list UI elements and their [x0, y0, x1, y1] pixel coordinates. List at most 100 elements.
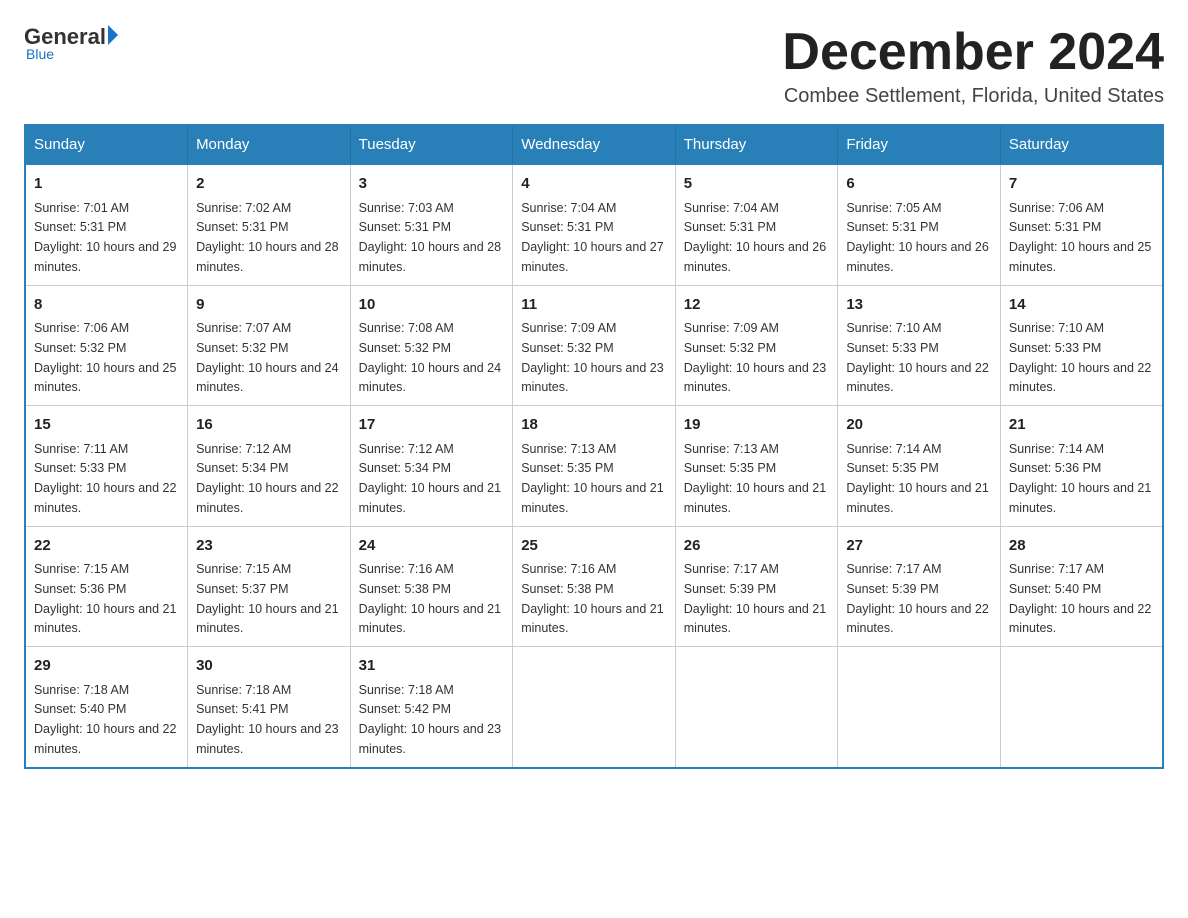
col-wednesday: Wednesday — [513, 125, 676, 164]
logo-triangle-icon — [108, 25, 118, 45]
table-row: 14 Sunrise: 7:10 AMSunset: 5:33 PMDayligh… — [1000, 285, 1163, 406]
day-info: Sunrise: 7:03 AMSunset: 5:31 PMDaylight:… — [359, 201, 501, 274]
day-info: Sunrise: 7:09 AMSunset: 5:32 PMDaylight:… — [684, 321, 826, 394]
day-info: Sunrise: 7:16 AMSunset: 5:38 PMDaylight:… — [359, 562, 501, 635]
day-info: Sunrise: 7:08 AMSunset: 5:32 PMDaylight:… — [359, 321, 501, 394]
table-row: 13 Sunrise: 7:10 AMSunset: 5:33 PMDayligh… — [838, 285, 1001, 406]
day-number: 13 — [846, 294, 992, 317]
day-number: 16 — [196, 414, 342, 437]
day-info: Sunrise: 7:16 AMSunset: 5:38 PMDaylight:… — [521, 562, 663, 635]
day-number: 21 — [1009, 414, 1154, 437]
day-number: 22 — [34, 535, 179, 558]
day-info: Sunrise: 7:14 AMSunset: 5:36 PMDaylight:… — [1009, 442, 1151, 515]
table-row: 31Sunrise: 7:18 AMSunset: 5:42 PMDayligh… — [350, 647, 513, 768]
table-row — [675, 647, 838, 768]
table-row: 20Sunrise: 7:14 AMSunset: 5:35 PMDayligh… — [838, 406, 1001, 527]
day-info: Sunrise: 7:09 AMSunset: 5:32 PMDaylight:… — [521, 321, 663, 394]
day-number: 31 — [359, 655, 505, 678]
day-number: 24 — [359, 535, 505, 558]
day-info: Sunrise: 7:04 AMSunset: 5:31 PMDaylight:… — [521, 201, 663, 274]
day-info: Sunrise: 7:05 AMSunset: 5:31 PMDaylight:… — [846, 201, 988, 274]
table-row: 3 Sunrise: 7:03 AMSunset: 5:31 PMDaylight… — [350, 164, 513, 285]
day-info: Sunrise: 7:02 AMSunset: 5:31 PMDaylight:… — [196, 201, 338, 274]
day-info: Sunrise: 7:15 AMSunset: 5:36 PMDaylight:… — [34, 562, 176, 635]
day-number: 23 — [196, 535, 342, 558]
table-row: 21 Sunrise: 7:14 AMSunset: 5:36 PMDayligh… — [1000, 406, 1163, 527]
table-row: 25Sunrise: 7:16 AMSunset: 5:38 PMDayligh… — [513, 526, 676, 647]
day-info: Sunrise: 7:13 AMSunset: 5:35 PMDaylight:… — [521, 442, 663, 515]
day-info: Sunrise: 7:17 AMSunset: 5:39 PMDaylight:… — [846, 562, 988, 635]
day-number: 2 — [196, 173, 342, 196]
day-info: Sunrise: 7:17 AMSunset: 5:39 PMDaylight:… — [684, 562, 826, 635]
day-number: 3 — [359, 173, 505, 196]
day-info: Sunrise: 7:15 AMSunset: 5:37 PMDaylight:… — [196, 562, 338, 635]
day-info: Sunrise: 7:13 AMSunset: 5:35 PMDaylight:… — [684, 442, 826, 515]
table-row: 30 Sunrise: 7:18 AMSunset: 5:41 PMDayligh… — [188, 647, 351, 768]
day-info: Sunrise: 7:18 AMSunset: 5:41 PMDaylight:… — [196, 683, 338, 756]
table-row: 6 Sunrise: 7:05 AMSunset: 5:31 PMDaylight… — [838, 164, 1001, 285]
col-friday: Friday — [838, 125, 1001, 164]
table-row: 29 Sunrise: 7:18 AMSunset: 5:40 PMDayligh… — [25, 647, 188, 768]
day-number: 17 — [359, 414, 505, 437]
table-row: 7 Sunrise: 7:06 AMSunset: 5:31 PMDaylight… — [1000, 164, 1163, 285]
table-row: 18 Sunrise: 7:13 AMSunset: 5:35 PMDayligh… — [513, 406, 676, 527]
table-row: 19Sunrise: 7:13 AMSunset: 5:35 PMDayligh… — [675, 406, 838, 527]
day-number: 9 — [196, 294, 342, 317]
calendar-header-row: Sunday Monday Tuesday Wednesday Thursday… — [25, 125, 1163, 164]
day-number: 7 — [1009, 173, 1154, 196]
day-number: 29 — [34, 655, 179, 678]
day-number: 26 — [684, 535, 830, 558]
day-number: 28 — [1009, 535, 1154, 558]
calendar-week-row: 15 Sunrise: 7:11 AMSunset: 5:33 PMDayligh… — [25, 406, 1163, 527]
table-row: 2 Sunrise: 7:02 AMSunset: 5:31 PMDaylight… — [188, 164, 351, 285]
table-row: 10 Sunrise: 7:08 AMSunset: 5:32 PMDayligh… — [350, 285, 513, 406]
table-row: 24 Sunrise: 7:16 AMSunset: 5:38 PMDayligh… — [350, 526, 513, 647]
table-row — [1000, 647, 1163, 768]
day-number: 14 — [1009, 294, 1154, 317]
day-info: Sunrise: 7:06 AMSunset: 5:31 PMDaylight:… — [1009, 201, 1151, 274]
day-number: 30 — [196, 655, 342, 678]
col-saturday: Saturday — [1000, 125, 1163, 164]
day-number: 18 — [521, 414, 667, 437]
location-title: Combee Settlement, Florida, United State… — [782, 85, 1164, 108]
title-block: December 2024 Combee Settlement, Florida… — [782, 24, 1164, 108]
day-number: 10 — [359, 294, 505, 317]
calendar-week-row: 29 Sunrise: 7:18 AMSunset: 5:40 PMDayligh… — [25, 647, 1163, 768]
table-row — [838, 647, 1001, 768]
table-row: 5Sunrise: 7:04 AMSunset: 5:31 PMDaylight… — [675, 164, 838, 285]
table-row: 8 Sunrise: 7:06 AMSunset: 5:32 PMDaylight… — [25, 285, 188, 406]
table-row: 15 Sunrise: 7:11 AMSunset: 5:33 PMDayligh… — [25, 406, 188, 527]
day-info: Sunrise: 7:06 AMSunset: 5:32 PMDaylight:… — [34, 321, 176, 394]
day-number: 11 — [521, 294, 667, 317]
day-info: Sunrise: 7:01 AMSunset: 5:31 PMDaylight:… — [34, 201, 176, 274]
day-number: 4 — [521, 173, 667, 196]
col-tuesday: Tuesday — [350, 125, 513, 164]
table-row: 9Sunrise: 7:07 AMSunset: 5:32 PMDaylight… — [188, 285, 351, 406]
col-thursday: Thursday — [675, 125, 838, 164]
month-title: December 2024 — [782, 24, 1164, 81]
table-row: 12 Sunrise: 7:09 AMSunset: 5:32 PMDayligh… — [675, 285, 838, 406]
day-info: Sunrise: 7:18 AMSunset: 5:40 PMDaylight:… — [34, 683, 176, 756]
calendar-table: Sunday Monday Tuesday Wednesday Thursday… — [24, 124, 1164, 769]
day-number: 8 — [34, 294, 179, 317]
day-info: Sunrise: 7:10 AMSunset: 5:33 PMDaylight:… — [846, 321, 988, 394]
day-info: Sunrise: 7:12 AMSunset: 5:34 PMDaylight:… — [359, 442, 501, 515]
table-row: 4 Sunrise: 7:04 AMSunset: 5:31 PMDaylight… — [513, 164, 676, 285]
day-info: Sunrise: 7:14 AMSunset: 5:35 PMDaylight:… — [846, 442, 988, 515]
day-number: 15 — [34, 414, 179, 437]
day-number: 6 — [846, 173, 992, 196]
day-number: 12 — [684, 294, 830, 317]
page-header: General Blue December 2024 Combee Settle… — [24, 24, 1164, 108]
table-row: 17 Sunrise: 7:12 AMSunset: 5:34 PMDayligh… — [350, 406, 513, 527]
day-number: 27 — [846, 535, 992, 558]
day-info: Sunrise: 7:10 AMSunset: 5:33 PMDaylight:… — [1009, 321, 1151, 394]
table-row: 11 Sunrise: 7:09 AMSunset: 5:32 PMDayligh… — [513, 285, 676, 406]
table-row: 26 Sunrise: 7:17 AMSunset: 5:39 PMDayligh… — [675, 526, 838, 647]
calendar-week-row: 22 Sunrise: 7:15 AMSunset: 5:36 PMDayligh… — [25, 526, 1163, 647]
calendar-week-row: 8 Sunrise: 7:06 AMSunset: 5:32 PMDaylight… — [25, 285, 1163, 406]
table-row: 27 Sunrise: 7:17 AMSunset: 5:39 PMDayligh… — [838, 526, 1001, 647]
table-row: 28Sunrise: 7:17 AMSunset: 5:40 PMDayligh… — [1000, 526, 1163, 647]
day-info: Sunrise: 7:11 AMSunset: 5:33 PMDaylight:… — [34, 442, 176, 515]
day-number: 5 — [684, 173, 830, 196]
table-row: 16Sunrise: 7:12 AMSunset: 5:34 PMDayligh… — [188, 406, 351, 527]
